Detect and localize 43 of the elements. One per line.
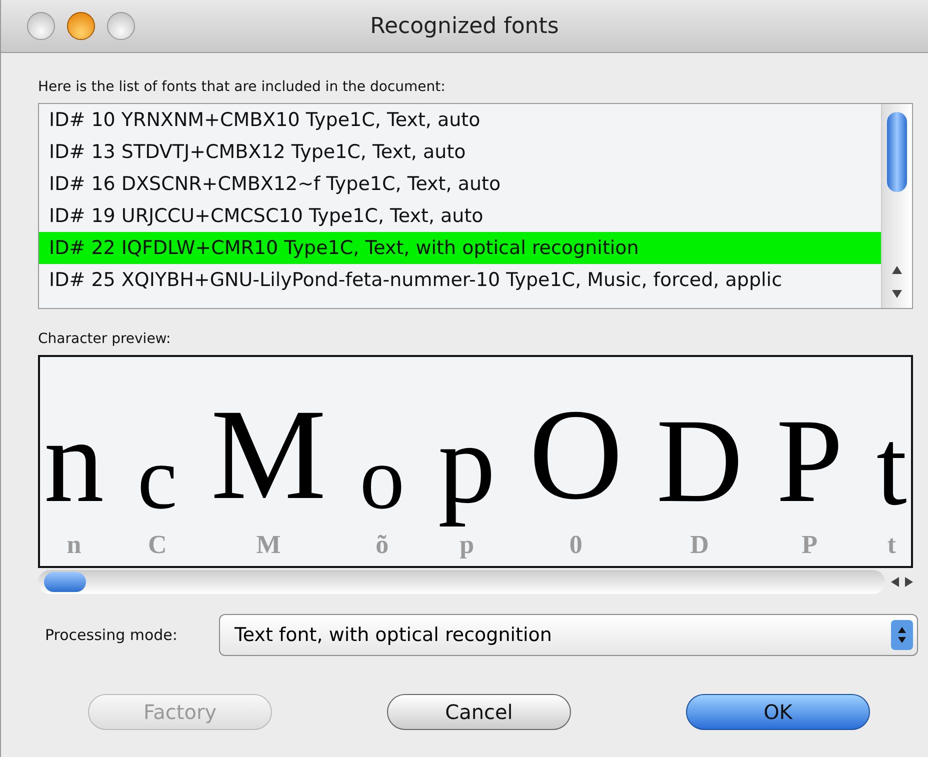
recognized-character: õ — [376, 530, 389, 560]
font-list-item[interactable]: ID# 19 URJCCU+CMCSC10 Type1C, Text, auto — [39, 200, 881, 232]
recognized-character: n — [66, 530, 82, 560]
recognized-character: 0 — [569, 530, 582, 560]
preview-glyph: n — [44, 393, 104, 529]
scrollbar[interactable] — [881, 104, 912, 308]
recognized-character: t — [887, 530, 896, 560]
window-title: Recognized fonts — [370, 14, 559, 38]
recognized-character: C — [148, 530, 167, 560]
preview-glyph: t — [876, 404, 907, 530]
preview-label: Character preview: — [38, 331, 172, 347]
font-list-item[interactable]: ID# 16 DXSCNR+CMBX12~f Type1C, Text, auto — [39, 168, 881, 200]
list-label: Here is the list of fonts that are included in the document: — [38, 79, 446, 95]
recognized-character: P — [802, 530, 818, 560]
scroll-down-icon[interactable] — [892, 290, 902, 298]
preview-glyph: D — [656, 393, 743, 529]
font-list-item[interactable]: ID# 10 YRNXNM+CMBX10 Type1C, Text, auto — [39, 104, 881, 136]
preview-glyph: o — [360, 428, 405, 530]
preview-glyph: M — [210, 382, 326, 528]
recognized-character: M — [256, 530, 281, 560]
processing-mode-label: Processing mode: — [45, 626, 178, 644]
preview-glyph: c — [137, 428, 178, 530]
dialog-button[interactable]: OK — [686, 694, 870, 730]
font-list-item[interactable]: ID# 25 XQIYBH+GNU-LilyPond-feta-nummer-10 Type1C, Music, forced, applic — [39, 264, 881, 296]
processing-mode-dropdown[interactable]: Text font, with optical recognition — [219, 614, 918, 656]
scrollbar[interactable] — [38, 568, 913, 596]
dropdown-arrows-icon — [891, 620, 913, 650]
preview-glyph: p — [438, 398, 496, 529]
scroll-up-icon[interactable] — [892, 266, 902, 274]
close-button[interactable] — [27, 12, 55, 40]
scroll-thumb[interactable] — [887, 112, 907, 192]
preview-glyph: O — [528, 382, 623, 528]
preview-glyph: P — [776, 393, 843, 529]
font-list-item[interactable]: ID# 22 IQFDLW+CMR10 Type1C, Text, with optical recognition — [39, 232, 881, 264]
dialog-button[interactable]: Cancel — [387, 694, 571, 730]
scroll-thumb[interactable] — [44, 572, 86, 592]
minimize-button[interactable] — [67, 12, 95, 40]
font-list-item[interactable]: ID# 13 STDVTJ+CMBX12 Type1C, Text, auto — [39, 136, 881, 168]
recognized-character: p — [460, 530, 474, 560]
scroll-left-icon[interactable] — [891, 577, 899, 587]
zoom-button[interactable] — [107, 12, 135, 40]
recognized-character: D — [690, 530, 709, 560]
scroll-right-icon[interactable] — [905, 577, 913, 587]
